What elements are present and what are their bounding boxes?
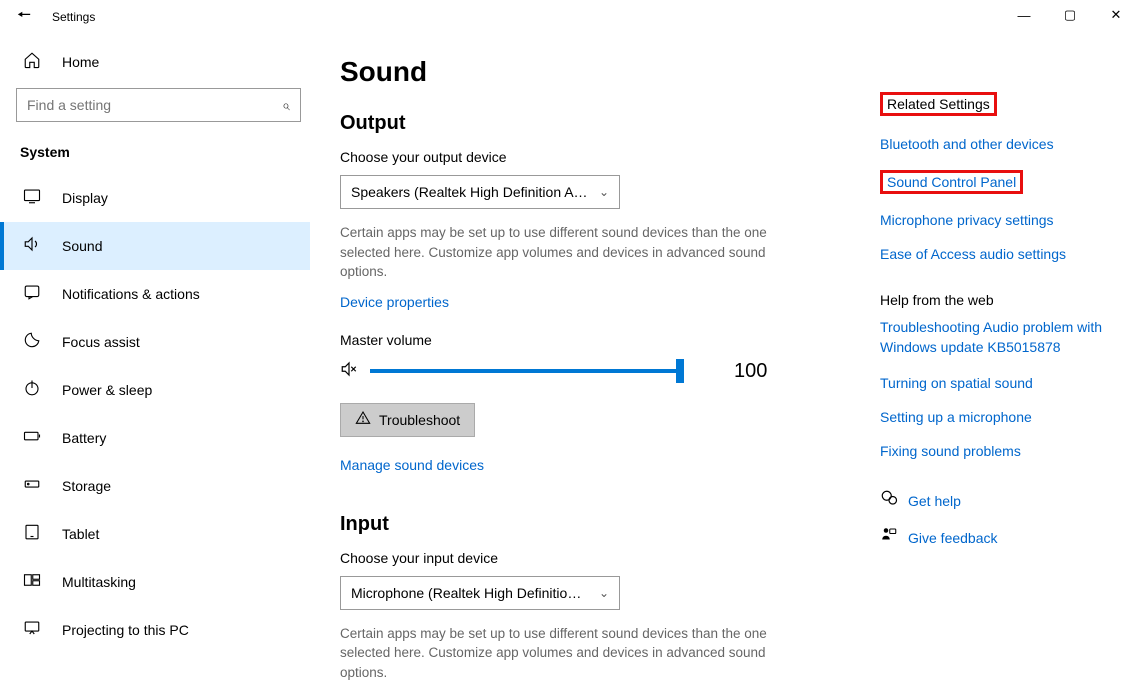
output-choose-label: Choose your output device [340, 149, 820, 165]
chevron-down-icon: ⌄ [599, 586, 609, 600]
volume-slider-fill [370, 369, 680, 373]
group-header-system: System [20, 144, 294, 160]
sidebar-item-focus[interactable]: Focus assist [0, 318, 310, 366]
sidebar-item-label: Projecting to this PC [62, 622, 189, 638]
focus-icon [22, 331, 42, 354]
sidebar-item-multitasking[interactable]: Multitasking [0, 558, 310, 606]
link-bluetooth-devices[interactable]: Bluetooth and other devices [880, 136, 1139, 152]
master-volume-slider[interactable]: 100 [340, 360, 820, 383]
troubleshoot-button[interactable]: Troubleshoot [340, 403, 475, 437]
search-input[interactable]: ⌕ [16, 88, 301, 122]
notifications-icon [22, 283, 42, 306]
minimize-button[interactable]: — [1001, 0, 1047, 30]
output-device-dropdown[interactable]: Speakers (Realtek High Definition A… ⌄ [340, 175, 620, 209]
sidebar-item-projecting[interactable]: Projecting to this PC [0, 606, 310, 654]
sidebar-item-label: Storage [62, 478, 111, 494]
volume-value: 100 [734, 360, 767, 383]
multitasking-icon [22, 571, 42, 594]
sidebar-item-label: Multitasking [62, 574, 136, 590]
app-title: Settings [48, 10, 95, 24]
web-help-header: Help from the web [880, 292, 994, 308]
sidebar-item-label: Display [62, 190, 108, 206]
chevron-down-icon: ⌄ [599, 185, 609, 199]
input-device-dropdown[interactable]: Microphone (Realtek High Definitio… ⌄ [340, 576, 620, 610]
link-ease-of-access-audio[interactable]: Ease of Access audio settings [880, 246, 1139, 262]
link-microphone-privacy[interactable]: Microphone privacy settings [880, 212, 1139, 228]
output-device-selected: Speakers (Realtek High Definition A… [351, 184, 588, 200]
input-help-text: Certain apps may be set up to use differ… [340, 624, 780, 683]
sidebar-item-label: Battery [62, 430, 106, 446]
sidebar-item-sound[interactable]: Sound [0, 222, 310, 270]
sidebar-item-label: Tablet [62, 526, 99, 542]
volume-slider-track[interactable] [370, 369, 680, 373]
sidebar-item-label: Focus assist [62, 334, 140, 350]
projecting-icon [22, 619, 42, 642]
aside-panel: Related Settings Bluetooth and other dev… [880, 56, 1139, 689]
device-properties-link[interactable]: Device properties [340, 294, 820, 310]
sidebar-item-display[interactable]: Display [0, 174, 310, 222]
give-feedback-link[interactable]: Give feedback [908, 530, 998, 546]
output-help-text: Certain apps may be set up to use differ… [340, 223, 780, 282]
input-choose-label: Choose your input device [340, 550, 820, 566]
search-icon: ⌕ [282, 97, 290, 114]
close-button[interactable]: ✕ [1093, 0, 1139, 30]
get-help-link[interactable]: Get help [908, 493, 961, 509]
page-title: Sound [340, 56, 820, 88]
volume-slider-thumb[interactable] [676, 359, 684, 383]
link-setup-microphone[interactable]: Setting up a microphone [880, 409, 1139, 425]
feedback-icon [880, 526, 908, 549]
back-button[interactable]: 🠔 [0, 0, 48, 34]
get-help-icon [880, 489, 908, 512]
manage-sound-devices-link[interactable]: Manage sound devices [340, 457, 820, 473]
home-label: Home [62, 54, 99, 70]
storage-icon [22, 475, 42, 498]
troubleshoot-label: Troubleshoot [379, 412, 460, 428]
input-device-selected: Microphone (Realtek High Definitio… [351, 585, 581, 601]
sidebar-item-battery[interactable]: Battery [0, 414, 310, 462]
power-icon [22, 379, 42, 402]
home-nav[interactable]: Home [16, 40, 294, 84]
sidebar-item-power[interactable]: Power & sleep [0, 366, 310, 414]
link-troubleshoot-kb[interactable]: Troubleshooting Audio problem with Windo… [880, 318, 1139, 357]
sidebar-item-tablet[interactable]: Tablet [0, 510, 310, 558]
link-sound-control-panel[interactable]: Sound Control Panel [887, 174, 1016, 190]
search-field[interactable] [27, 97, 282, 113]
tablet-icon [22, 523, 42, 546]
title-bar: 🠔 Settings — ▢ ✕ [0, 0, 1139, 34]
warning-icon [355, 410, 371, 430]
related-settings-header: Related Settings [880, 92, 997, 116]
window-controls: — ▢ ✕ [1001, 0, 1139, 30]
master-volume-label: Master volume [340, 332, 820, 348]
sidebar: Home ⌕ System Display Sound Notification… [0, 34, 310, 689]
maximize-button[interactable]: ▢ [1047, 0, 1093, 30]
sidebar-item-storage[interactable]: Storage [0, 462, 310, 510]
sound-icon [22, 235, 42, 258]
main-content: Sound Output Choose your output device S… [340, 56, 820, 689]
sidebar-item-label: Notifications & actions [62, 286, 200, 302]
output-heading: Output [340, 112, 820, 135]
display-icon [22, 187, 42, 210]
sidebar-item-label: Sound [62, 238, 102, 254]
input-heading: Input [340, 513, 820, 536]
link-fix-sound[interactable]: Fixing sound problems [880, 443, 1139, 459]
home-icon [22, 51, 42, 74]
sidebar-item-notifications[interactable]: Notifications & actions [0, 270, 310, 318]
sidebar-item-label: Power & sleep [62, 382, 152, 398]
volume-mute-icon[interactable] [340, 360, 364, 383]
link-spatial-sound[interactable]: Turning on spatial sound [880, 375, 1139, 391]
battery-icon [22, 427, 42, 450]
